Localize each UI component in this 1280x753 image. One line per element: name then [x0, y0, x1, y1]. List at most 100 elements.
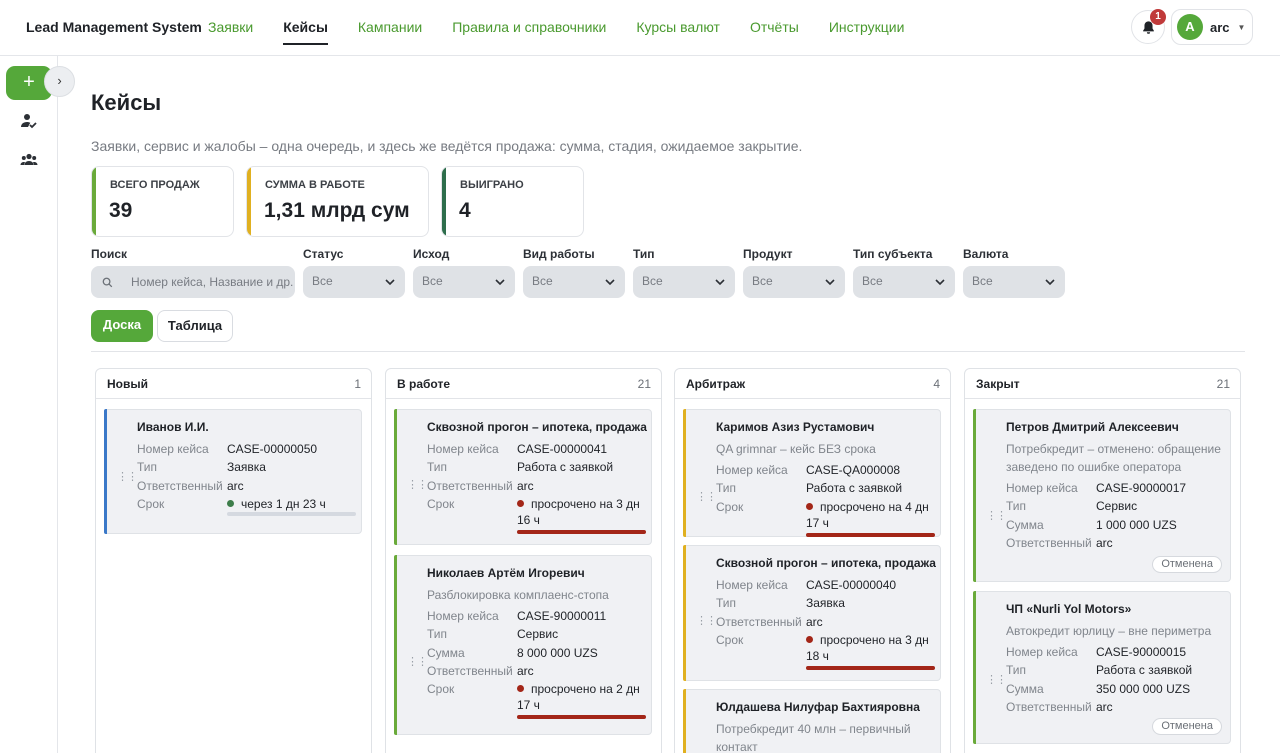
card-accent [683, 689, 686, 753]
card-field-value: через 1 дн 23 ч [227, 496, 326, 512]
filter-label: Исход [413, 247, 450, 261]
card-field-label: Номер кейса [427, 609, 499, 623]
stat-accent [247, 167, 251, 236]
card-field-label: Номер кейса [137, 442, 209, 456]
nav-item-rules[interactable]: Правила и справочники [437, 0, 621, 56]
stat-value: 4 [459, 199, 471, 222]
chevron-down-icon [495, 279, 505, 286]
filter-select[interactable]: Все [413, 266, 515, 298]
case-card[interactable]: Каримов Азиз Рустамович QA grimnar – кейс… [683, 409, 941, 537]
divider [91, 351, 1245, 352]
users-icon[interactable] [20, 151, 40, 171]
card-field-label: Тип [716, 481, 737, 496]
nav-item-cases[interactable]: Кейсы [268, 0, 343, 56]
notifications-button[interactable]: 1 [1131, 9, 1166, 44]
drag-handle-icon[interactable]: ⋮⋮ [986, 673, 1007, 686]
nav-item-reports[interactable]: Отчёты [735, 0, 814, 56]
nav-item-instructions[interactable]: Инструкции [814, 0, 920, 56]
card-field-label: Ответственный [1006, 535, 1092, 550]
filter-select[interactable]: Все [633, 266, 735, 298]
card-field-text: CASE-90000015 [1096, 645, 1187, 659]
card-field-label: Срок [137, 496, 165, 511]
board-column: В работе 21 Сквозной прогон – ипотека, про… [385, 368, 662, 753]
card-field-value: просрочено на 2 дн 17 ч [517, 681, 645, 713]
card-field-value: 1 000 000 UZS [1096, 517, 1177, 533]
filter-select[interactable]: Все [743, 266, 845, 298]
card-field-text: arc [1096, 535, 1113, 550]
case-card[interactable]: Иванов И.И. Номер кейса CASE-00000050 Тип За… [104, 409, 362, 534]
card-title: Николаев Артём Игоревич [427, 566, 585, 580]
stat-total-sales: ВСЕГО ПРОДАЖ 39 [91, 166, 234, 237]
filter-select[interactable]: Все [303, 266, 405, 298]
filter-label: Тип [633, 247, 655, 261]
column-header: В работе 21 [386, 369, 661, 399]
nav-item-campaigns[interactable]: Кампании [343, 0, 437, 56]
case-card[interactable]: ЧП «Nurli Yol Motors» Автокредит юрлицу –… [973, 591, 1231, 744]
card-field-label: Сумма [427, 645, 465, 660]
card-field-label: Сумма [1006, 681, 1044, 696]
filter-select[interactable]: Все [853, 266, 955, 298]
card-field-text: CASE-90000017 [1096, 481, 1187, 495]
case-card[interactable]: Сквозной прогон – ипотека, продажа Номер … [394, 409, 652, 545]
column-title: Новый [107, 377, 148, 391]
filter-select-value: Все [752, 274, 773, 288]
card-field-label: Номер кейса [716, 463, 788, 477]
board-column: Арбитраж 4 Каримов Азиз Рустамович QA grimn… [674, 368, 951, 753]
stat-value: 39 [109, 199, 133, 222]
case-card[interactable]: Петров Дмитрий Алексеевич Потребкредит – … [973, 409, 1231, 582]
stat-accent [442, 167, 446, 236]
card-field-text: Сервис [1096, 499, 1138, 514]
filter-select-value: Все [642, 274, 663, 288]
nav-item-currency-rates[interactable]: Курсы валют [621, 0, 735, 56]
card-field-text: arc [806, 614, 823, 629]
card-accent [394, 555, 397, 735]
table-view-button[interactable]: Таблица [157, 310, 233, 342]
drag-handle-icon[interactable]: ⋮⋮ [407, 478, 428, 491]
nav-item-zayavki[interactable]: Заявки [193, 0, 268, 56]
card-field-value: Работа с заявкой [1096, 662, 1192, 678]
search-placeholder: Номер кейса, Название и др. [131, 275, 294, 289]
chevron-down-icon [825, 279, 835, 286]
card-field-label: Ответственный [716, 614, 802, 629]
filter-select-value: Все [312, 274, 333, 288]
drag-handle-icon[interactable]: ⋮⋮ [696, 614, 717, 627]
deadline-status-dot [517, 685, 524, 693]
card-field-label: Срок [427, 682, 455, 697]
user-check-icon[interactable] [20, 112, 40, 132]
deadline-progress-bar [227, 512, 356, 517]
app-title[interactable]: Lead Management System [26, 19, 202, 35]
card-field-value: Сервис [1096, 498, 1137, 514]
card-field-label: Сумма [1006, 517, 1044, 532]
user-menu[interactable]: A arc ▼ [1171, 9, 1253, 45]
search-input[interactable]: Номер кейса, Название и др. [91, 266, 295, 298]
card-field-text: CASE-90000011 [517, 609, 607, 623]
stat-label: ВЫИГРАНО [460, 179, 524, 191]
card-field-value: CASE-90000017 [1096, 480, 1186, 496]
card-field-label: Номер кейса [1006, 481, 1078, 495]
caret-down-icon: ▼ [1237, 22, 1246, 32]
card-field-value: arc [517, 478, 534, 494]
case-card[interactable]: Сквозной прогон – ипотека, продажа Номер … [683, 545, 941, 681]
drag-handle-icon[interactable]: ⋮⋮ [986, 509, 1007, 522]
expand-sidebar-button[interactable]: › [44, 66, 75, 97]
page-title: Кейсы [91, 90, 162, 115]
card-field-text: CASE-00000041 [517, 442, 608, 456]
card-field-text: 350 000 000 UZS [1096, 681, 1191, 696]
card-subtitle: Разблокировка комплаенс-стопа [427, 588, 609, 602]
card-field-value: CASE-QA000008 [806, 462, 900, 478]
board-view-button[interactable]: Доска [91, 310, 153, 342]
card-accent [104, 409, 107, 534]
card-field-text: arc [517, 663, 534, 678]
case-card[interactable]: Юлдашева Нилуфар Бахтияровна Потребкредит… [683, 689, 941, 753]
deadline-progress-bar [806, 532, 935, 537]
drag-handle-icon[interactable]: ⋮⋮ [407, 655, 428, 668]
filter-select[interactable]: Все [523, 266, 625, 298]
filter-select-value: Все [972, 274, 993, 288]
card-field-text: 1 000 000 UZS [1096, 517, 1177, 532]
main-nav: Заявки Кейсы Кампании Правила и справочн… [193, 0, 919, 56]
drag-handle-icon[interactable]: ⋮⋮ [696, 490, 717, 503]
filter-select[interactable]: Все [963, 266, 1065, 298]
card-field-text: CASE-00000050 [227, 442, 318, 456]
drag-handle-icon[interactable]: ⋮⋮ [117, 470, 138, 483]
case-card[interactable]: Николаев Артём Игоревич Разблокировка ком… [394, 555, 652, 735]
